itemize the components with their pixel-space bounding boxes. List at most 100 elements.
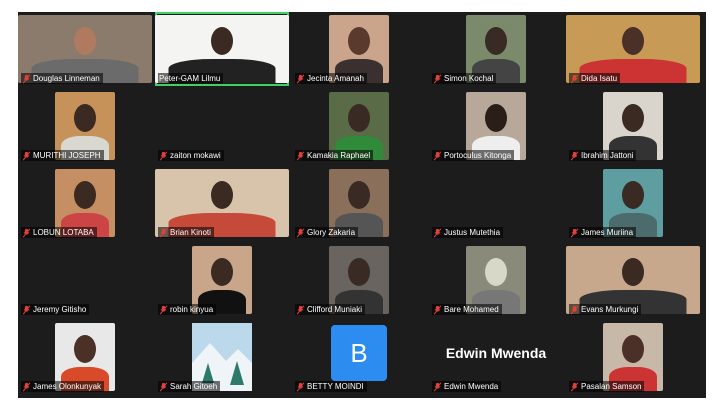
participant-name-label: Brian Kinoti [158, 227, 214, 238]
participant-tile[interactable]: Pasalan Samson [566, 320, 700, 394]
participant-tile[interactable]: Dida Isatu [566, 12, 700, 86]
participant-tile[interactable]: B BETTY MOINDI [292, 320, 426, 394]
person-head [485, 258, 507, 286]
participant-tile[interactable]: Portoculus Kitonga [429, 89, 563, 163]
participant-name: Clifford Muniaki [307, 305, 362, 314]
mic-muted-icon [159, 304, 168, 315]
participant-name: Ibrahim Jattoni [581, 151, 634, 160]
person-head [74, 335, 96, 363]
participant-name-label: Simon Kochal [432, 73, 497, 84]
participant-name-label: Jecinta Amanah [295, 73, 367, 84]
participant-name: Brian Kinoti [170, 228, 211, 237]
participant-name-label: MURITHI JOSEPH [21, 150, 104, 161]
mic-muted-icon [570, 150, 579, 161]
participant-tile[interactable]: Simon Kochal [429, 12, 563, 86]
participant-name-label: Edwin Mwenda [432, 381, 502, 392]
participant-tile[interactable]: Sarah Gitoeh [155, 320, 289, 394]
participant-tile[interactable]: James Olonkunyak [18, 320, 152, 394]
mic-muted-icon [296, 304, 305, 315]
participant-name: Simon Kochal [444, 74, 494, 83]
participant-name-label: zaiton mokawi [158, 150, 224, 161]
participant-name-label: Evans Murkungi [569, 304, 642, 315]
participant-name-label: Glory Zakaria [295, 227, 359, 238]
participant-name-label: Portoculus Kitonga [432, 150, 515, 161]
participant-tile[interactable]: Peter-GAM Lilmu [155, 12, 289, 86]
mic-muted-icon [159, 150, 168, 161]
participant-tile[interactable]: Glory Zakaria [292, 166, 426, 240]
participant-tile[interactable]: Justus Mutethia [429, 166, 563, 240]
participant-name: Evans Murkungi [581, 305, 639, 314]
participant-name: Peter-GAM Lilmu [159, 74, 221, 83]
mic-muted-icon [570, 304, 579, 315]
participant-tile[interactable]: Evans Murkungi [566, 243, 700, 317]
participant-name: Dida Isatu [581, 74, 618, 83]
person-head [348, 104, 370, 132]
mic-muted-icon [433, 150, 442, 161]
participant-name: Sarah Gitoeh [170, 382, 218, 391]
participant-name-label: Peter-GAM Lilmu [158, 73, 224, 84]
participant-tile[interactable]: Clifford Muniaki [292, 243, 426, 317]
participant-name-label: BETTY MOINDI [295, 381, 367, 392]
mic-muted-icon [159, 227, 168, 238]
participant-name: Glory Zakaria [307, 228, 356, 237]
participant-name: Jecinta Amanah [307, 74, 364, 83]
person-head [74, 27, 96, 55]
person-head [622, 27, 644, 55]
gallery-view: Douglas Linneman Peter-GAM Lilmu Jecinta A… [18, 12, 706, 398]
participant-display-name: Edwin Mwenda [445, 345, 547, 361]
person-head [622, 335, 644, 363]
participant-name: James Olonkunyak [33, 382, 102, 391]
participant-name-label: Kamakia Raphael [295, 150, 374, 161]
participant-name: Justus Mutethia [444, 228, 501, 237]
mic-muted-icon [22, 227, 31, 238]
mic-muted-icon [296, 150, 305, 161]
person-head [622, 258, 644, 286]
participant-tile[interactable]: James Muriina [566, 166, 700, 240]
participant-name-label: Justus Mutethia [432, 227, 504, 238]
participant-name: Portoculus Kitonga [444, 151, 512, 160]
person-head [485, 104, 507, 132]
participant-tile[interactable]: Ibrahim Jattoni [566, 89, 700, 163]
participant-name-label: Dida Isatu [569, 73, 621, 84]
participant-tile[interactable]: zaiton mokawi [155, 89, 289, 163]
participant-tile[interactable]: Bare Mohamed [429, 243, 563, 317]
person-head [622, 104, 644, 132]
participant-name: Bare Mohamed [444, 305, 499, 314]
participant-name-label: Ibrahim Jattoni [569, 150, 637, 161]
participant-tile[interactable]: LOBUN LOTABA [18, 166, 152, 240]
person-head [348, 258, 370, 286]
mic-muted-icon [433, 304, 442, 315]
participant-name-label: James Olonkunyak [21, 381, 105, 392]
participant-name-label: James Muriina [569, 227, 637, 238]
participant-name-label: Jeremy Gitisho [21, 304, 90, 315]
participant-name: James Muriina [581, 228, 634, 237]
person-head [348, 27, 370, 55]
mic-muted-icon [296, 73, 305, 84]
participant-tile[interactable]: Douglas Linneman [18, 12, 152, 86]
person-head [74, 104, 96, 132]
participant-name-label: Clifford Muniaki [295, 304, 365, 315]
mic-muted-icon [433, 73, 442, 84]
participant-name: LOBUN LOTABA [33, 228, 94, 237]
participant-tile[interactable]: Kamakia Raphael [292, 89, 426, 163]
participant-tile[interactable]: Jecinta Amanah [292, 12, 426, 86]
person-head [622, 181, 644, 209]
participant-name: Douglas Linneman [33, 74, 100, 83]
mic-muted-icon [22, 381, 31, 392]
participant-tile[interactable]: Jeremy Gitisho [18, 243, 152, 317]
mic-muted-icon [570, 73, 579, 84]
participant-name-label: Douglas Linneman [21, 73, 103, 84]
participant-tile[interactable]: MURITHI JOSEPH [18, 89, 152, 163]
participant-name-label: Sarah Gitoeh [158, 381, 221, 392]
mic-muted-icon [22, 150, 31, 161]
participant-tile[interactable]: Edwin Mwenda Edwin Mwenda [429, 320, 563, 394]
person-head [74, 181, 96, 209]
participant-name: Jeremy Gitisho [33, 305, 87, 314]
participant-tile[interactable]: robin kinyua [155, 243, 289, 317]
person-head [211, 258, 233, 286]
participant-tile[interactable]: Brian Kinoti [155, 166, 289, 240]
participant-name: MURITHI JOSEPH [33, 151, 101, 160]
mic-muted-icon [296, 227, 305, 238]
mic-muted-icon [570, 381, 579, 392]
participant-name-label: Pasalan Samson [569, 381, 645, 392]
